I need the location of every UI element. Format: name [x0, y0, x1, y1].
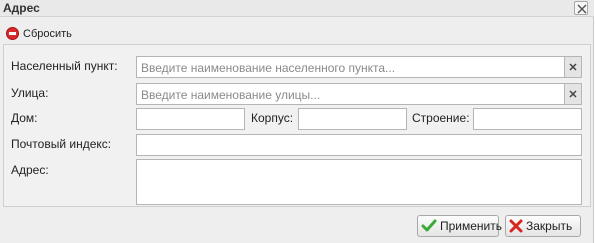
clear-icon [569, 90, 577, 98]
apply-button[interactable]: Применить [417, 215, 503, 237]
postal-code-label: Почтовый индекс: [11, 137, 112, 151]
street-input[interactable]: Введите наименование улицы... [136, 83, 582, 105]
title-bar: Адрес [0, 0, 594, 17]
street-clear-button[interactable] [564, 84, 581, 104]
reset-button-label: Сбросить [23, 27, 72, 40]
building-input[interactable] [298, 108, 407, 130]
settlement-placeholder: Введите наименование населенного пункта.… [141, 61, 396, 75]
checkmark-icon [421, 219, 437, 232]
settlement-label: Населенный пункт: [11, 59, 118, 73]
settlement-input[interactable]: Введите наименование населенного пункта.… [136, 56, 582, 78]
address-dialog: Адрес Сбросить Населенный пункт: Введите… [0, 0, 594, 243]
house-label: Дом: [11, 111, 38, 125]
close-button-label: Закрыть [526, 219, 573, 233]
reset-button[interactable]: Сбросить [6, 25, 72, 42]
address-form: Населенный пункт: Введите наименование н… [3, 44, 591, 207]
clear-icon [569, 63, 577, 71]
structure-input[interactable] [473, 108, 582, 130]
address-label: Адрес: [11, 163, 49, 177]
postal-code-input[interactable] [136, 134, 582, 156]
building-label: Корпус: [251, 111, 294, 125]
close-button[interactable]: Закрыть [505, 215, 581, 237]
street-placeholder: Введите наименование улицы... [141, 88, 321, 102]
minus-circle-icon [6, 27, 19, 40]
address-textarea[interactable] [136, 159, 582, 205]
dialog-title: Адрес [3, 1, 40, 15]
structure-label: Строение: [412, 111, 470, 125]
close-icon[interactable] [574, 1, 588, 15]
settlement-clear-button[interactable] [564, 57, 581, 77]
toolbar: Сбросить [0, 22, 594, 44]
apply-button-label: Применить [440, 219, 503, 233]
street-label: Улица: [11, 86, 49, 100]
house-input[interactable] [136, 108, 245, 130]
cross-icon [509, 219, 523, 233]
